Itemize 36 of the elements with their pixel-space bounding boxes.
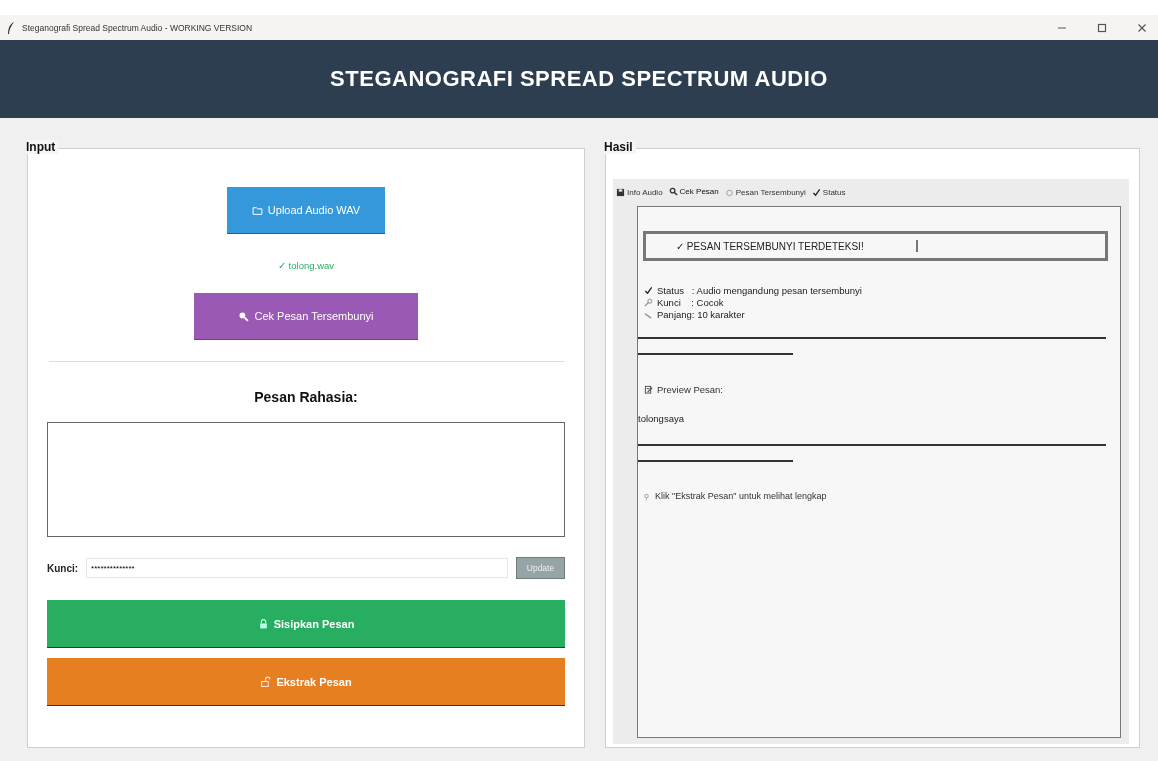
detail-text: Status : Audio mengandung pesan tersembunyi — [657, 285, 862, 296]
ruler-icon — [644, 310, 653, 319]
tab[interactable]: Info Audio — [616, 187, 663, 198]
magnifier-icon — [668, 187, 678, 196]
hint-text: Klik "Ekstrak Pesan" untuk melihat lengkap — [655, 491, 827, 501]
check-icon — [644, 286, 653, 295]
panel-title: Hasil — [604, 140, 636, 154]
circle-icon — [724, 188, 734, 197]
magnifier-icon — [238, 310, 250, 322]
banner-text: ✓ PESAN TERSEMBUNYI TERDETEKSI! — [676, 240, 864, 252]
tab[interactable]: Status — [811, 187, 846, 198]
file-status: ✓ tolong.wav — [277, 260, 335, 271]
unlock-icon — [260, 676, 272, 687]
window-title: Steganografi Spread Spectrum Audio - WORKING VERSION — [22, 22, 253, 33]
bulb-icon — [642, 491, 651, 501]
feather-icon — [6, 20, 16, 35]
panel-title: Input — [26, 140, 59, 154]
memo-icon — [644, 385, 653, 394]
message-field[interactable] — [47, 422, 565, 537]
key-field[interactable]: ************** — [86, 558, 508, 578]
check-button[interactable]: Cek Pesan Tersembunyi — [194, 293, 418, 339]
preview-text: tolongsaya — [638, 413, 684, 424]
preview-label: Preview Pesan: — [657, 384, 723, 395]
detail-text: Kunci : Cocok — [657, 297, 724, 308]
message-label: Pesan Rahasia: — [254, 389, 358, 405]
tab[interactable]: Cek Pesan — [668, 185, 719, 198]
key-label: Kunci: — [47, 562, 79, 574]
tab[interactable]: Pesan Tersembunyi — [724, 187, 806, 198]
detail-text: Panjang: 10 karakter — [657, 309, 745, 320]
close-icon[interactable] — [1136, 21, 1148, 34]
check-icon — [811, 188, 821, 197]
maximize-icon[interactable] — [1096, 21, 1108, 34]
lock-icon — [257, 618, 269, 629]
folder-icon — [251, 204, 263, 216]
key-icon — [644, 298, 653, 307]
app-title: STEGANOGRAFI SPREAD SPECTRUM AUDIO — [330, 66, 828, 92]
